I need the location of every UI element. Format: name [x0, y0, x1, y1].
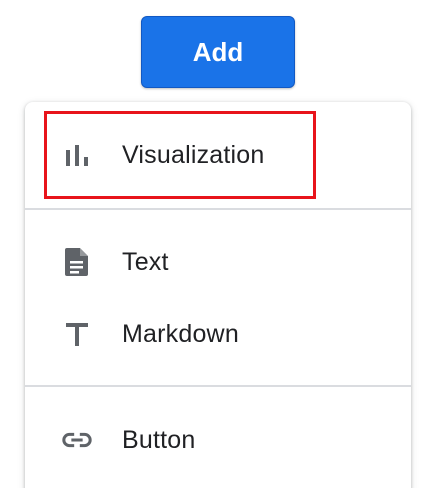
- text-t-icon: [61, 318, 93, 350]
- add-menu: Visualization Text Markdown Button: [25, 102, 411, 488]
- menu-item-label: Visualization: [122, 140, 265, 169]
- menu-item-text[interactable]: Text: [25, 228, 411, 296]
- document-icon: [61, 246, 93, 278]
- menu-item-label: Button: [122, 425, 196, 454]
- link-icon: [61, 424, 93, 456]
- add-button[interactable]: Add: [141, 16, 295, 88]
- menu-item-label: Text: [122, 247, 169, 276]
- menu-divider: [25, 208, 411, 210]
- menu-item-button[interactable]: Button: [25, 406, 411, 474]
- menu-item-markdown[interactable]: Markdown: [25, 300, 411, 368]
- bar-chart-icon: [61, 139, 93, 171]
- menu-item-visualization[interactable]: Visualization: [25, 121, 411, 189]
- page: Add Visualization Text Markdown Button: [0, 0, 434, 488]
- menu-item-label: Markdown: [122, 319, 239, 348]
- menu-divider: [25, 385, 411, 387]
